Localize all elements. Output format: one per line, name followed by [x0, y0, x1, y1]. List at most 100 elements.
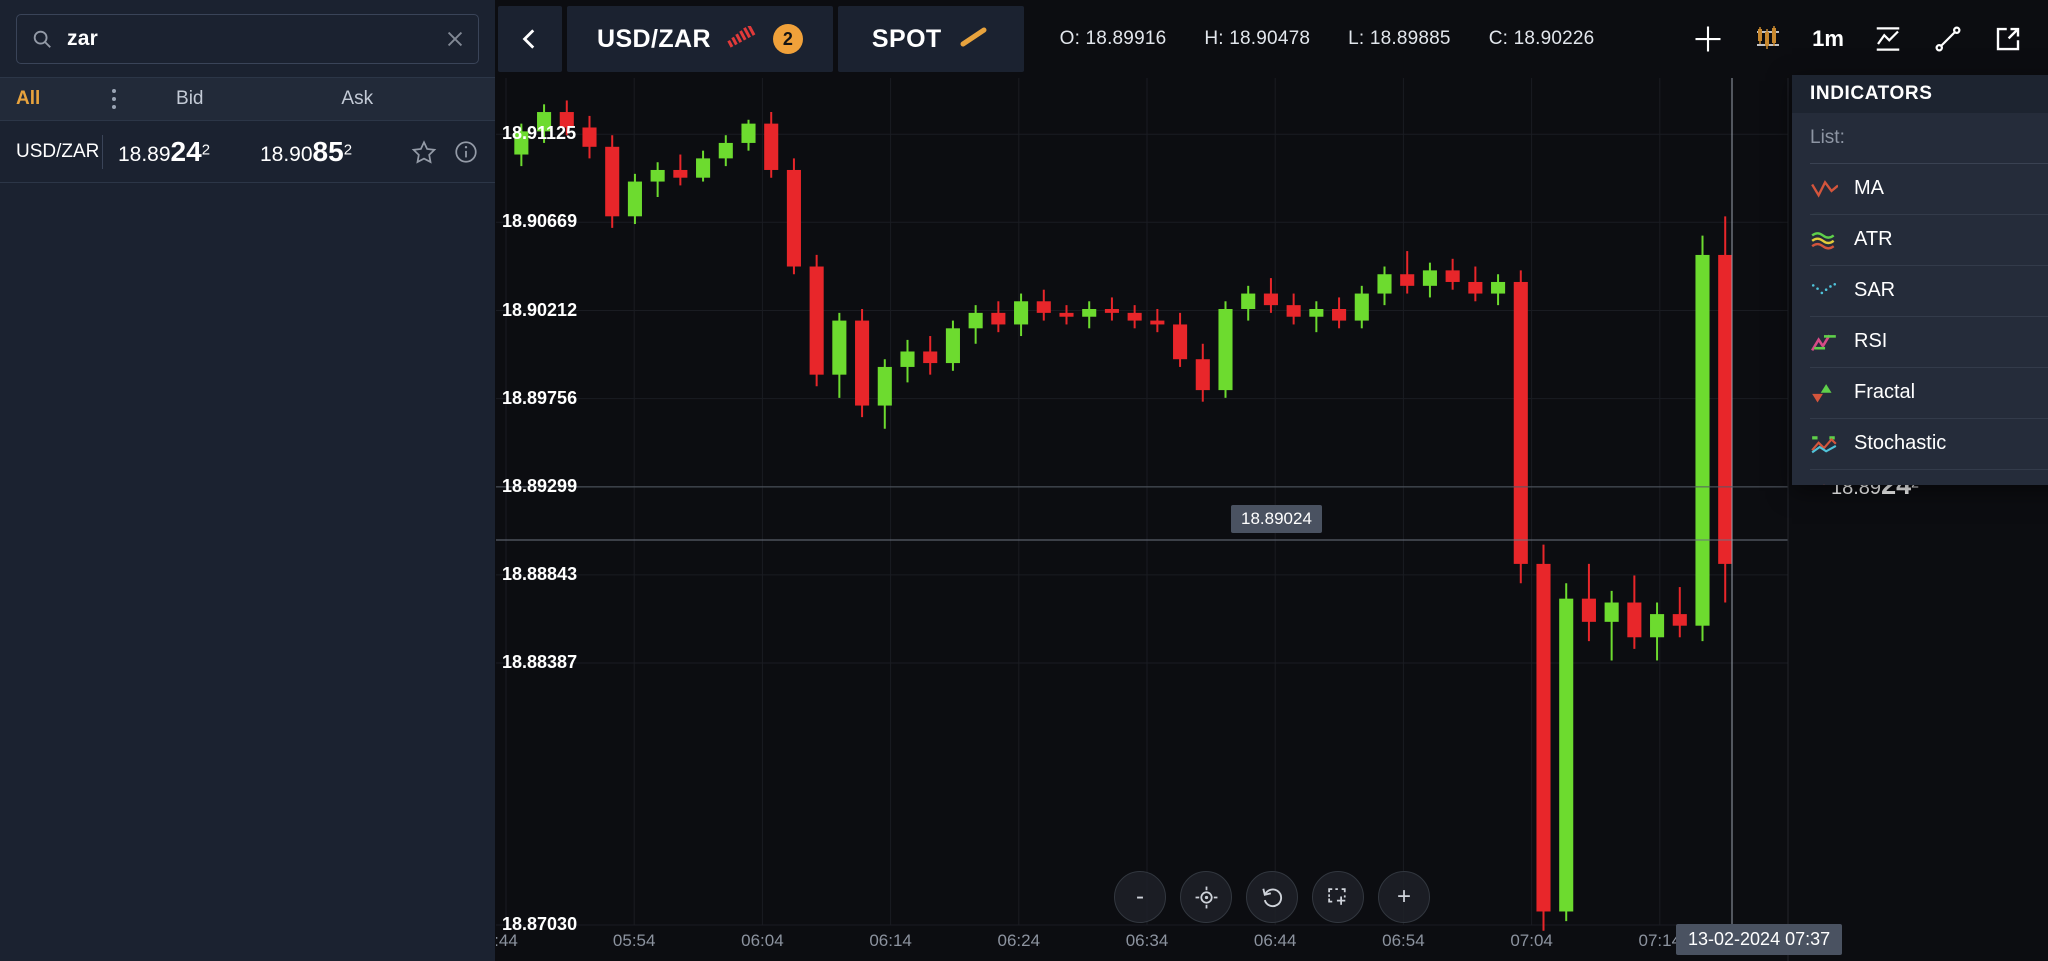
reset-chart-button[interactable] — [1246, 871, 1298, 923]
ohlc-low: L: 18.89885 — [1348, 28, 1451, 49]
timeframe-label: 1m — [1812, 26, 1844, 51]
instrument-name: USD/ZAR — [16, 140, 100, 162]
zoom-in-button[interactable]: + — [1378, 871, 1430, 923]
symbol-tab-label: USD/ZAR — [597, 24, 711, 53]
price-tick-label: 18.91125 — [502, 123, 577, 144]
column-header-ask: Ask — [341, 88, 374, 109]
indicator-label: ATR — [1854, 228, 1893, 251]
sar-icon — [1810, 280, 1838, 302]
reset-icon — [1261, 888, 1282, 907]
crosshair-icon[interactable] — [1678, 0, 1738, 78]
status-badge: 2 — [772, 24, 803, 54]
time-tick-label: 07:14 — [1638, 931, 1682, 950]
area-select-button[interactable] — [1312, 871, 1364, 923]
ask-price-sup: 2 — [343, 141, 353, 159]
timeframe-button[interactable]: 1m — [1798, 0, 1858, 78]
filter-tab-all[interactable]: All — [16, 88, 102, 110]
atr-icon — [1810, 229, 1838, 251]
indicators-icon[interactable] — [1858, 0, 1918, 78]
search-box[interactable]: zar — [16, 14, 479, 64]
indicators-panel-body: List: MA ATR SAR RSI Fractal Stochastic Bollin… — [1792, 113, 2048, 485]
crosshair-time-label: 13-02-2024 07:37 — [1676, 924, 1843, 955]
indicator-item-stochastic[interactable]: Stochastic — [1810, 419, 2048, 470]
price-tick-label: 18.89299 — [502, 475, 578, 496]
close-icon[interactable] — [444, 28, 466, 50]
search-input[interactable]: zar — [67, 27, 444, 51]
center-chart-button[interactable] — [1180, 871, 1232, 923]
drawing-line-icon[interactable] — [1918, 0, 1978, 78]
instruments-sidebar: zar All Bid Ask USD/ZAR 18.89242 18.9085… — [0, 0, 496, 961]
indicator-label: Bollinger Bands — [1854, 483, 1994, 485]
symbol-tab[interactable]: USD/ZAR 2 — [567, 6, 833, 72]
indicator-item-rsi[interactable]: RSI — [1810, 317, 2048, 368]
spot-tab[interactable]: SPOT — [837, 6, 1024, 72]
indicator-item-ma[interactable]: MA — [1810, 164, 2048, 215]
indicator-label: MA — [1854, 177, 1884, 200]
target-icon — [1195, 886, 1217, 908]
chevron-left-icon — [522, 29, 535, 49]
search-section: zar — [0, 0, 495, 77]
selection-icon — [1327, 887, 1346, 905]
divider — [102, 134, 103, 169]
price-axis: 18.9158218.9112518.9066918.9021218.89756… — [496, 0, 676, 961]
trading-platform: zar All Bid Ask USD/ZAR 18.89242 18.9085… — [0, 0, 2048, 961]
indicator-item-fractal[interactable]: Fractal — [1810, 368, 2048, 419]
chart-zoom-controls: - + — [1114, 871, 1430, 923]
time-tick-label: 07:04 — [1510, 931, 1553, 950]
ohlc-close: C: 18.90226 — [1488, 28, 1595, 49]
price-tick-label: 18.89756 — [502, 387, 578, 408]
crosshair-price-label: 18.89024 — [1231, 505, 1322, 533]
indicator-item-atr[interactable]: ATR — [1810, 215, 2048, 266]
stochastic-icon — [1810, 433, 1838, 455]
time-tick-label: 06:44 — [1253, 931, 1297, 950]
price-tick-label: 18.90669 — [502, 211, 578, 232]
ohlc-open: O: 18.89916 — [1059, 28, 1167, 49]
fullscreen-icon[interactable] — [1978, 0, 2038, 78]
ask-price: 18.90852 — [253, 136, 411, 168]
ohlc-display: O: 18.89916 H: 18.90478 L: 18.89885 C: 1… — [1024, 0, 1595, 78]
chart-area: 18.9158218.9112518.9066918.9021218.89756… — [496, 0, 2048, 961]
ma-icon — [1810, 178, 1839, 200]
price-tick-label: 18.90212 — [502, 299, 578, 320]
price-tick-label: 18.88387 — [502, 651, 578, 672]
bid-price-sup: 2 — [201, 141, 211, 159]
instrument-column-headers: All Bid Ask — [0, 77, 495, 121]
price-tick-label: 18.88843 — [502, 563, 578, 584]
table-row[interactable]: USD/ZAR 18.89242 18.90852 — [0, 121, 495, 183]
indicators-list-caption: List: — [1810, 126, 1845, 148]
indicator-label: Fractal — [1854, 381, 1916, 404]
bid-price-small: 18.89 — [117, 142, 171, 166]
star-icon[interactable] — [411, 139, 437, 165]
time-tick-label: 06:34 — [1125, 931, 1169, 950]
time-tick-label: :44 — [496, 931, 518, 950]
ask-price-small: 18.90 — [259, 142, 313, 166]
zoom-in-label: + — [1396, 883, 1411, 910]
time-tick-label: 06:14 — [869, 931, 912, 950]
fractal-icon — [1810, 382, 1838, 404]
chart-toolbar: USD/ZAR 2 SPOT O: 18.89916 H: 18.90478 L… — [496, 0, 2048, 78]
zoom-out-label: - — [1136, 883, 1144, 910]
indicator-label: SAR — [1854, 279, 1896, 302]
zoom-out-button[interactable]: - — [1114, 871, 1166, 923]
indicator-item-sar[interactable]: SAR — [1810, 266, 2048, 317]
bid-price-big: 24 — [170, 135, 202, 167]
candle-settings-icon[interactable] — [1738, 0, 1798, 78]
chart-tools: 1m — [1678, 0, 2048, 78]
spot-tab-label: SPOT — [871, 24, 942, 53]
ask-price-big: 85 — [312, 135, 344, 167]
bid-price: 18.89242 — [111, 136, 253, 168]
column-header-bid: Bid — [176, 88, 204, 109]
info-icon[interactable] — [453, 139, 479, 165]
search-icon — [31, 28, 53, 50]
time-tick-label: 06:04 — [741, 931, 784, 950]
time-tick-label: 06:24 — [997, 931, 1041, 950]
kebab-menu-icon[interactable] — [102, 89, 126, 109]
back-button[interactable] — [498, 6, 562, 72]
indicator-item-bollinger-bands[interactable]: Bollinger Bands — [1810, 470, 2048, 485]
indicators-panel-header: INDICATORS — [1792, 75, 2048, 113]
indicator-label: RSI — [1854, 330, 1888, 353]
ohlc-high: H: 18.90478 — [1204, 28, 1311, 49]
trend-line-icon — [958, 25, 990, 54]
time-tick-label: 06:54 — [1382, 931, 1425, 950]
indicator-label: Stochastic — [1854, 432, 1947, 455]
